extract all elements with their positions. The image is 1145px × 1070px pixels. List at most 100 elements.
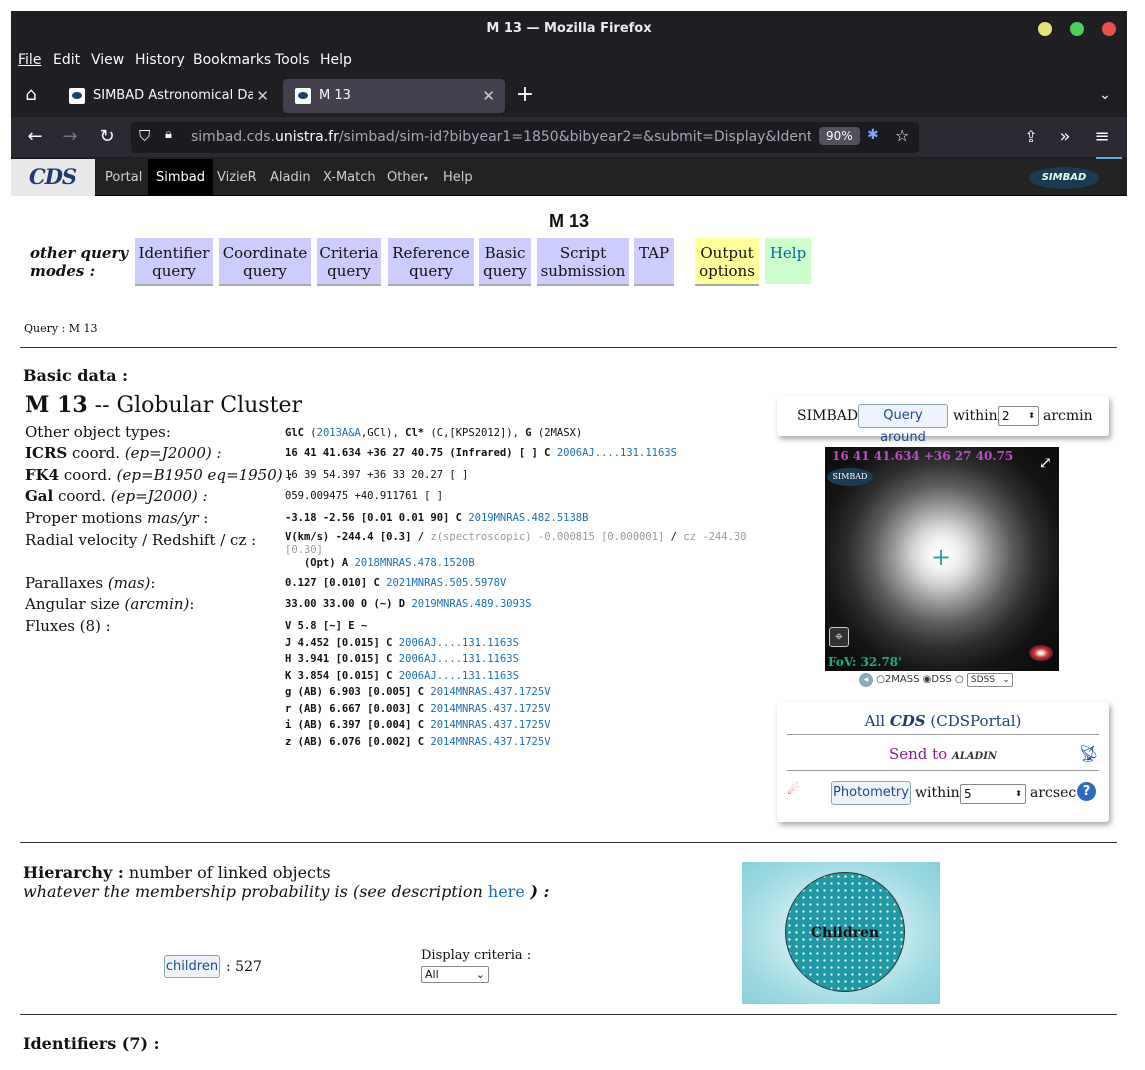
help-button[interactable]: Help <box>765 238 811 284</box>
basic-data-heading: Basic data : <box>23 366 129 385</box>
samp-antenna-icon[interactable]: 📡︎ <box>1079 744 1099 763</box>
survey-info-icon[interactable]: ◂ <box>859 673 873 687</box>
menu-bookmarks[interactable]: Bookmarks <box>193 52 271 68</box>
children-button[interactable]: children <box>164 955 220 978</box>
query-around-button[interactable]: Query around <box>858 404 948 445</box>
maximize-button[interactable] <box>1070 22 1084 36</box>
flux-row: g (AB) 6.903 [0.005] C 2014MNRAS.437.172… <box>285 686 551 698</box>
simbad-logo[interactable]: SIMBAD <box>1029 167 1099 189</box>
radial-velocity-label: Radial velocity / Redshift / cz : <box>25 531 257 549</box>
close-tab-icon[interactable]: ✕ <box>256 79 269 113</box>
minimize-button[interactable] <box>1038 22 1052 36</box>
criteria-query-button[interactable]: Criteria query <box>317 238 381 286</box>
help-question-icon[interactable]: ? <box>1077 782 1096 801</box>
ref-link[interactable]: 2006AJ....131.1163S <box>557 447 677 459</box>
sky-image[interactable]: 16 41 41.634 +36 27 40.75 ⤢ SIMBAD + ⌖ F… <box>825 447 1059 671</box>
photometry-radius-input[interactable]: 5 ⬍ <box>960 784 1026 804</box>
menu-help[interactable]: Help <box>320 52 352 68</box>
simbad-label: SIMBAD <box>797 408 859 424</box>
cds-logo[interactable]: CDS <box>11 159 95 196</box>
shield-icon[interactable]: ⛉ <box>139 127 150 145</box>
window-title: M 13 — Mozilla Firefox <box>486 21 652 36</box>
close-tab-icon[interactable]: ✕ <box>482 79 495 113</box>
target-icon[interactable]: ⌖ <box>829 627 849 647</box>
tab-m13[interactable]: M 13 ✕ <box>283 79 505 113</box>
extension-icon[interactable]: ✱ <box>867 127 879 143</box>
cds-nav-aladin[interactable]: Aladin <box>262 159 319 196</box>
menu-history[interactable]: History <box>135 52 185 68</box>
ref-link[interactable]: 2006AJ....131.1163S <box>399 670 519 682</box>
ref-link[interactable]: 2006AJ....131.1163S <box>399 653 519 665</box>
script-submission-button[interactable]: Script submission <box>537 238 629 286</box>
send-to-aladin-link[interactable]: Send to ALADIN <box>777 745 1109 763</box>
close-window-button[interactable] <box>1102 22 1116 36</box>
home-icon[interactable]: ⌂ <box>19 83 43 107</box>
cds-nav-simbad[interactable]: Simbad <box>148 159 213 196</box>
radio-2mass[interactable]: ○ <box>876 674 885 685</box>
display-criteria-select[interactable]: All ⌄ <box>421 966 489 983</box>
fluxes-label: Fluxes (8) : <box>25 617 111 635</box>
menu-file[interactable]: File <box>18 52 41 68</box>
cds-nav-help[interactable]: Help <box>435 159 481 196</box>
ref-link[interactable]: 2021MNRAS.505.5978V <box>386 577 506 589</box>
zoom-level[interactable]: 90% <box>819 127 860 145</box>
ref-link[interactable]: 2006AJ....131.1163S <box>399 637 519 649</box>
reference-query-button[interactable]: Reference query <box>388 238 474 286</box>
radio-sdss[interactable]: ○ <box>955 674 964 685</box>
children-circle: Children <box>785 872 905 992</box>
cds-nav-other[interactable]: Other▾ <box>379 159 436 196</box>
children-diagram[interactable]: Children <box>742 862 940 1004</box>
parallaxes-label: Parallaxes (mas): <box>25 574 156 592</box>
cds-nav-vizier[interactable]: VizieR <box>209 159 265 196</box>
tab-simbad[interactable]: SIMBAD Astronomical Data ✕ <box>57 79 279 113</box>
basic-query-button[interactable]: Basic query <box>479 238 531 286</box>
back-icon[interactable]: ← <box>23 125 47 149</box>
tab-list-chevron-icon[interactable]: ⌄ <box>1093 83 1117 107</box>
menu-edit[interactable]: Edit <box>53 52 80 68</box>
ref-link[interactable]: 2019MNRAS.482.5138B <box>468 512 588 524</box>
forward-icon[interactable]: → <box>58 125 82 149</box>
reload-icon[interactable]: ↻ <box>95 125 119 149</box>
menu-tools[interactable]: Tools <box>275 52 310 68</box>
tab-title: M 13 <box>319 88 351 103</box>
bookmark-star-icon[interactable]: ☆ <box>895 126 909 145</box>
divider <box>20 1014 1117 1015</box>
ref-link[interactable]: 2014MNRAS.437.1725V <box>430 736 550 748</box>
expand-icon[interactable]: ⤢ <box>1039 453 1052 472</box>
output-options-button[interactable]: Output options <box>695 238 759 286</box>
identifier-query-button[interactable]: Identifier query <box>135 238 213 286</box>
ref-link[interactable]: 2018MNRAS.478.1520B <box>355 557 475 569</box>
tab-bar: ⌂ SIMBAD Astronomical Data ✕ M 13 ✕ + ⌄ <box>11 73 1127 117</box>
flux-row: H 3.941 [0.015] C 2006AJ....131.1163S <box>285 653 519 665</box>
lock-icon[interactable]: 🔒︎ <box>165 127 172 142</box>
sdss-select[interactable]: SDSS ⌄ <box>966 673 1013 687</box>
flux-row: J 4.452 [0.015] C 2006AJ....131.1163S <box>285 637 519 649</box>
description-here-link[interactable]: here <box>488 882 525 901</box>
identifiers-heading: Identifiers (7) : <box>23 1034 160 1052</box>
cds-nav-portal[interactable]: Portal <box>97 159 150 196</box>
overflow-chevron-icon[interactable]: » <box>1053 125 1077 149</box>
url-bar[interactable]: ⛉ 🔒︎ simbad.cds.unistra.fr/simbad/sim-id… <box>131 122 919 153</box>
query-text: Query : M 13 <box>24 322 98 335</box>
icrs-label: ICRS coord. (ep=J2000) : <box>25 444 222 462</box>
coordinate-query-button[interactable]: Coordinate query <box>219 238 311 286</box>
ref-link[interactable]: 2013A&A <box>317 427 361 439</box>
ref-link[interactable]: 2014MNRAS.437.1725V <box>430 703 550 715</box>
all-cds-portal-link[interactable]: All CDS (CDSPortal) <box>777 712 1109 730</box>
ref-link[interactable]: 2014MNRAS.437.1725V <box>430 686 550 698</box>
ang-value: 33.00 33.00 0 (~) D 2019MNRAS.489.3093S <box>285 598 532 610</box>
share-icon[interactable]: ⇪ <box>1019 125 1043 149</box>
radius-input[interactable]: 2 ⬍ <box>998 406 1039 426</box>
photometry-button[interactable]: Photometry <box>831 781 911 805</box>
ref-link[interactable]: 2014MNRAS.437.1725V <box>430 719 550 731</box>
tap-button[interactable]: TAP <box>634 238 674 286</box>
divider <box>20 347 1117 348</box>
hamburger-menu-icon[interactable]: ≡ <box>1090 125 1114 149</box>
menu-view[interactable]: View <box>91 52 124 68</box>
plx-value: 0.127 [0.010] C 2021MNRAS.505.5978V <box>285 577 507 589</box>
new-tab-icon[interactable]: + <box>513 83 537 107</box>
simbad-logo-icon: SIMBAD <box>827 468 873 486</box>
cds-nav-xmatch[interactable]: X-Match <box>315 159 384 196</box>
ref-link[interactable]: 2019MNRAS.489.3093S <box>411 598 531 610</box>
flux-row: z (AB) 6.076 [0.002] C 2014MNRAS.437.172… <box>285 736 551 748</box>
